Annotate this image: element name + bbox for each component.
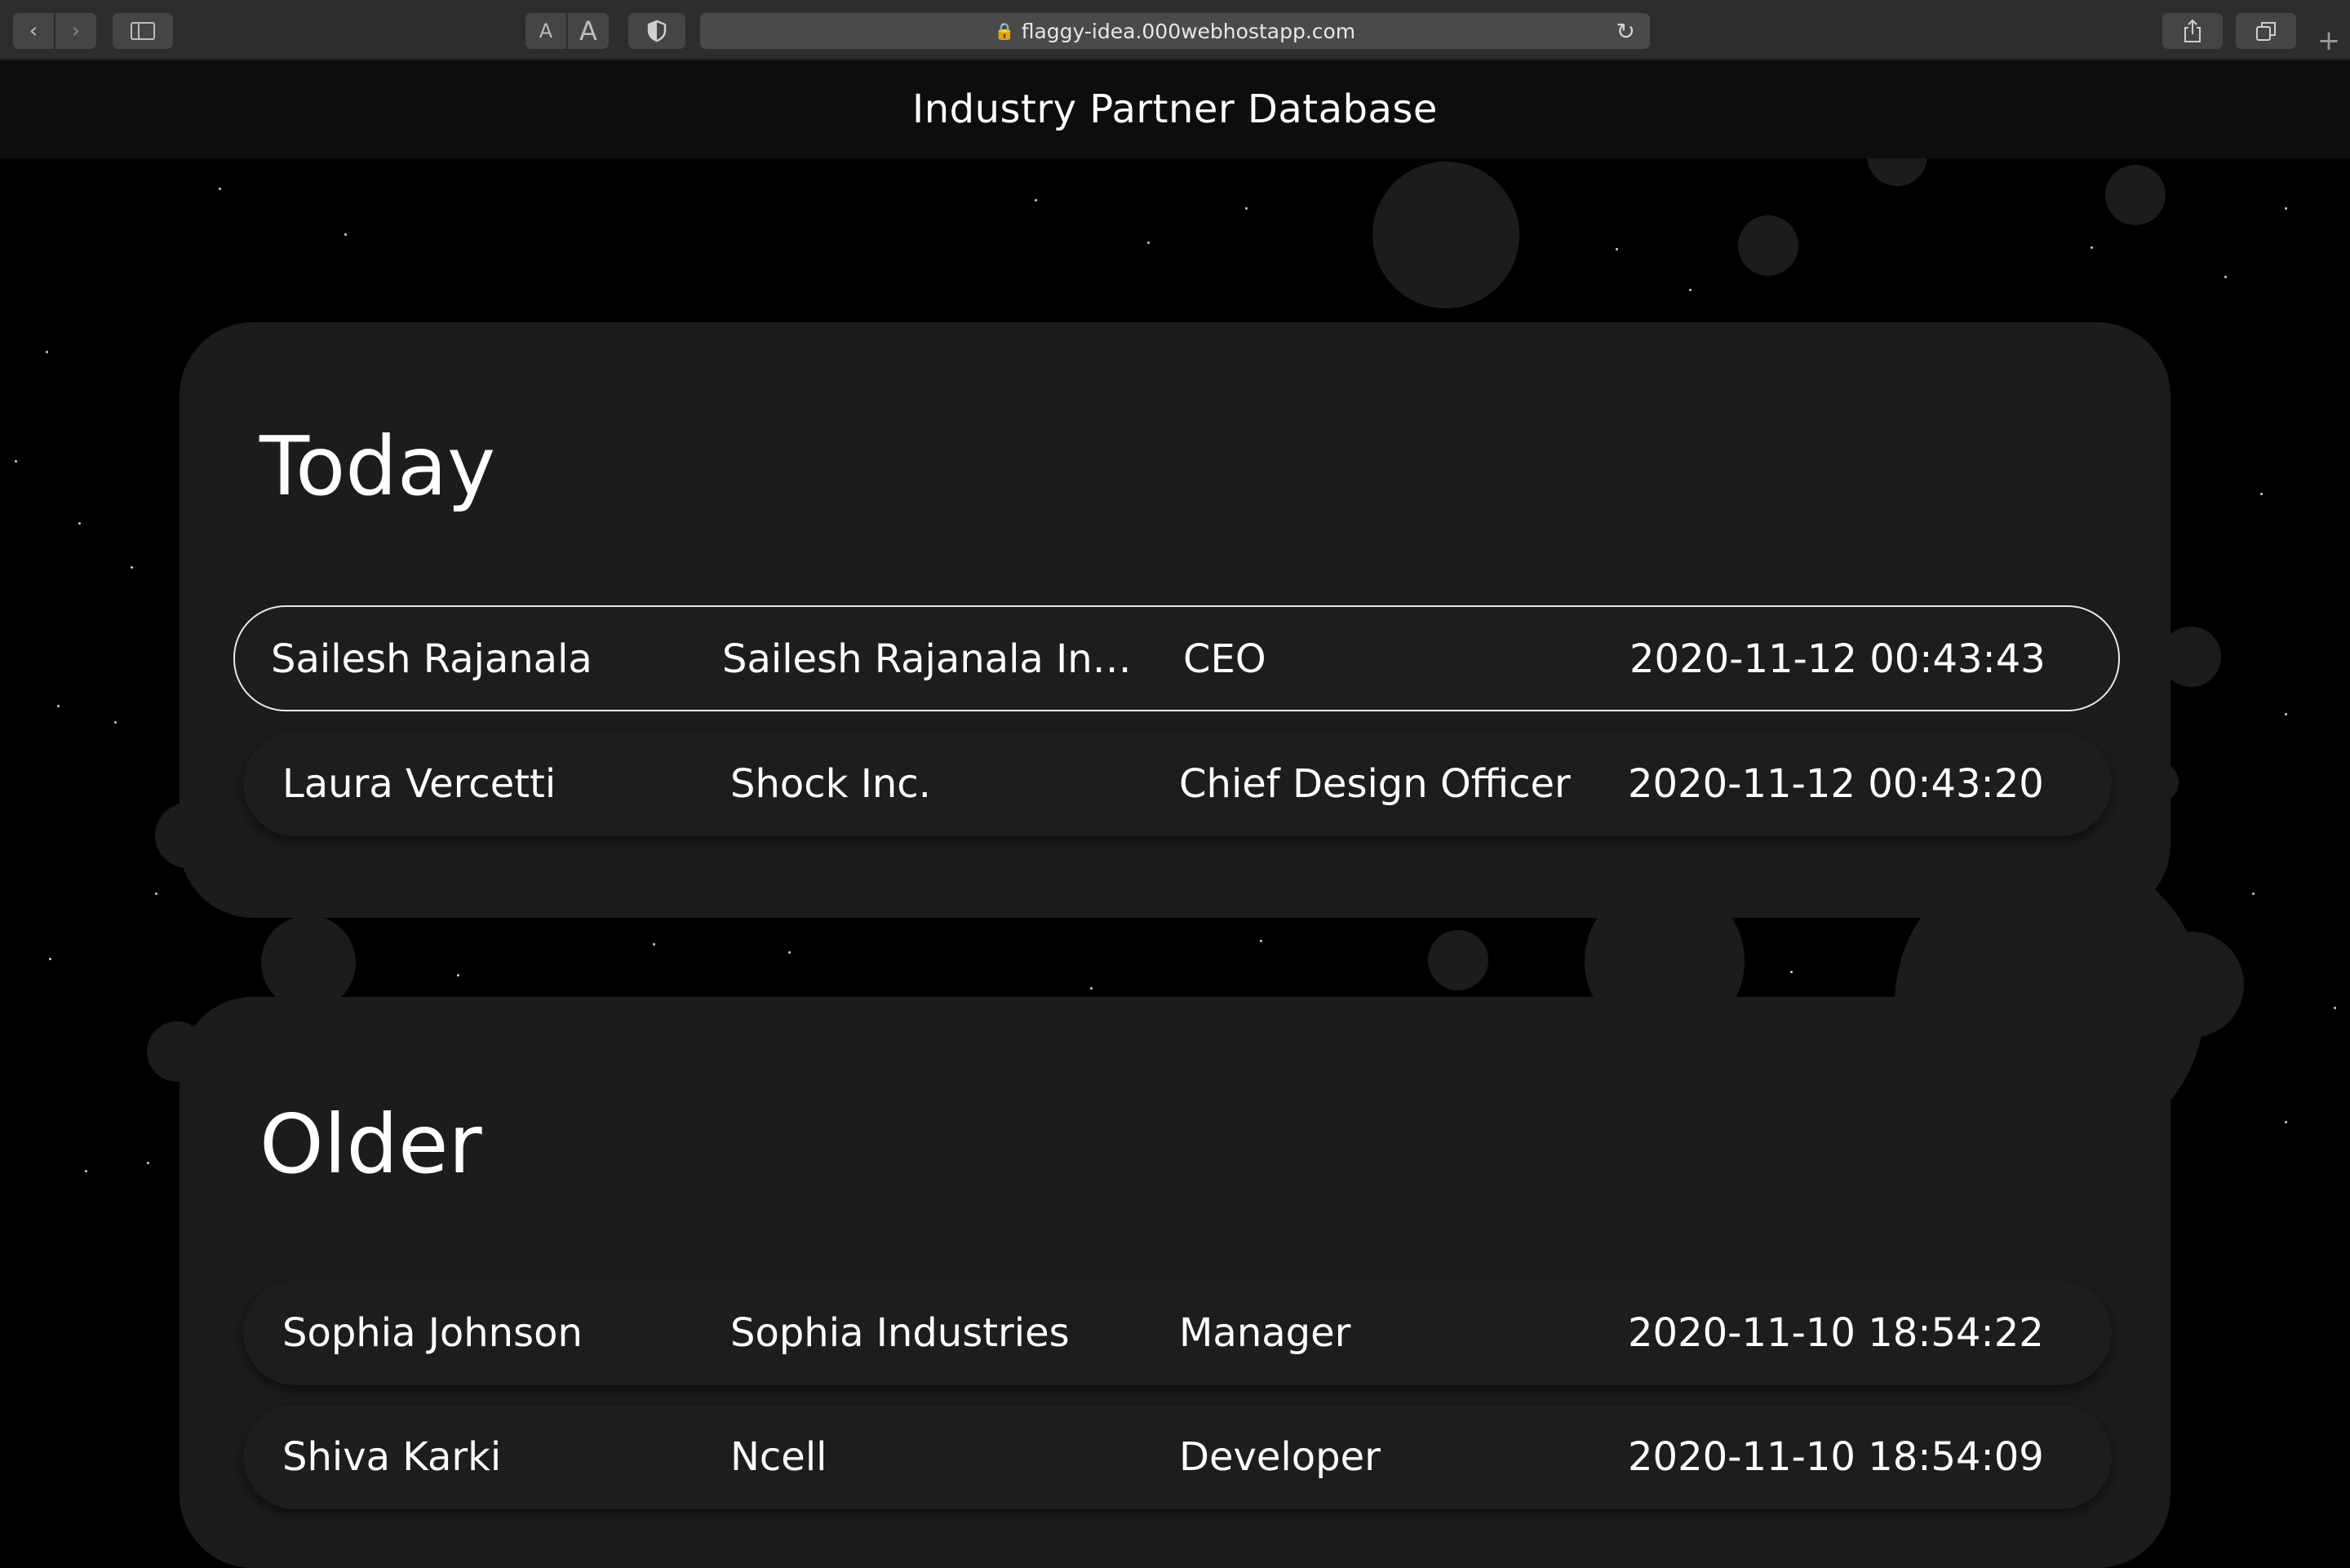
partner-name: Sophia Johnson [282, 1310, 583, 1356]
forward-button[interactable]: › [55, 13, 96, 49]
partner-name: Shiva Karki [282, 1434, 502, 1480]
decrease-text-size-button[interactable]: A [525, 13, 566, 49]
table-row[interactable]: Sailesh Rajanala Sailesh Rajanala Indust… [233, 605, 2120, 711]
partner-company: Sophia Industries [730, 1310, 1070, 1356]
reload-icon[interactable]: ↻ [1616, 18, 1635, 45]
privacy-report-button[interactable] [628, 13, 685, 49]
partner-name: Sailesh Rajanala [271, 636, 592, 682]
sidebar-icon [131, 22, 155, 40]
partner-position: Developer [1179, 1434, 1381, 1480]
partner-date: 2020-11-12 00:43:20 [1628, 761, 2044, 807]
tabs-icon [2256, 22, 2276, 41]
partner-name: Laura Vercetti [282, 761, 556, 807]
partner-company: Sailesh Rajanala Industries [722, 636, 1138, 682]
browser-toolbar: ‹ › A A 🔒 flaggy-idea.000webhostapp.com … [0, 0, 2350, 60]
share-icon [2184, 19, 2201, 42]
partner-date: 2020-11-12 00:43:43 [1629, 636, 2046, 682]
table-row[interactable]: Shiva Karki Ncell Developer 2020-11-10 1… [243, 1405, 2112, 1509]
shield-icon [647, 20, 667, 42]
today-section: Today Sailesh Rajanala Sailesh Rajanala … [180, 322, 2170, 918]
table-row[interactable]: Laura Vercetti Shock Inc. Chief Design O… [243, 732, 2112, 836]
new-tab-button[interactable]: + [2311, 18, 2347, 64]
chevron-right-icon: › [71, 19, 81, 43]
older-section: Older Sophia Johnson Sophia Industries M… [180, 997, 2170, 1568]
table-row[interactable]: Sophia Johnson Sophia Industries Manager… [243, 1281, 2112, 1385]
section-title-older: Older [259, 1096, 482, 1192]
partner-position: Manager [1179, 1310, 1351, 1356]
lock-icon: 🔒 [994, 21, 1015, 41]
partner-date: 2020-11-10 18:54:09 [1628, 1434, 2044, 1480]
plus-icon: + [2317, 24, 2341, 57]
sidebar-toggle-button[interactable] [113, 13, 173, 49]
url-text: flaggy-idea.000webhostapp.com [1021, 19, 1356, 43]
back-button[interactable]: ‹ [13, 13, 54, 49]
partner-date: 2020-11-10 18:54:22 [1628, 1310, 2044, 1356]
share-button[interactable] [2162, 13, 2223, 49]
partner-company: Ncell [730, 1434, 827, 1480]
address-bar[interactable]: 🔒 flaggy-idea.000webhostapp.com ↻ [700, 13, 1650, 49]
partner-company: Shock Inc. [730, 761, 931, 807]
increase-text-size-button[interactable]: A [568, 13, 609, 49]
partner-position: Chief Design Officer [1179, 761, 1571, 807]
section-title-today: Today [259, 419, 496, 514]
chevron-left-icon: ‹ [29, 19, 38, 43]
partner-position: CEO [1183, 636, 1266, 682]
page-title: Industry Partner Database [0, 60, 2350, 158]
tab-overview-button[interactable] [2236, 13, 2296, 49]
